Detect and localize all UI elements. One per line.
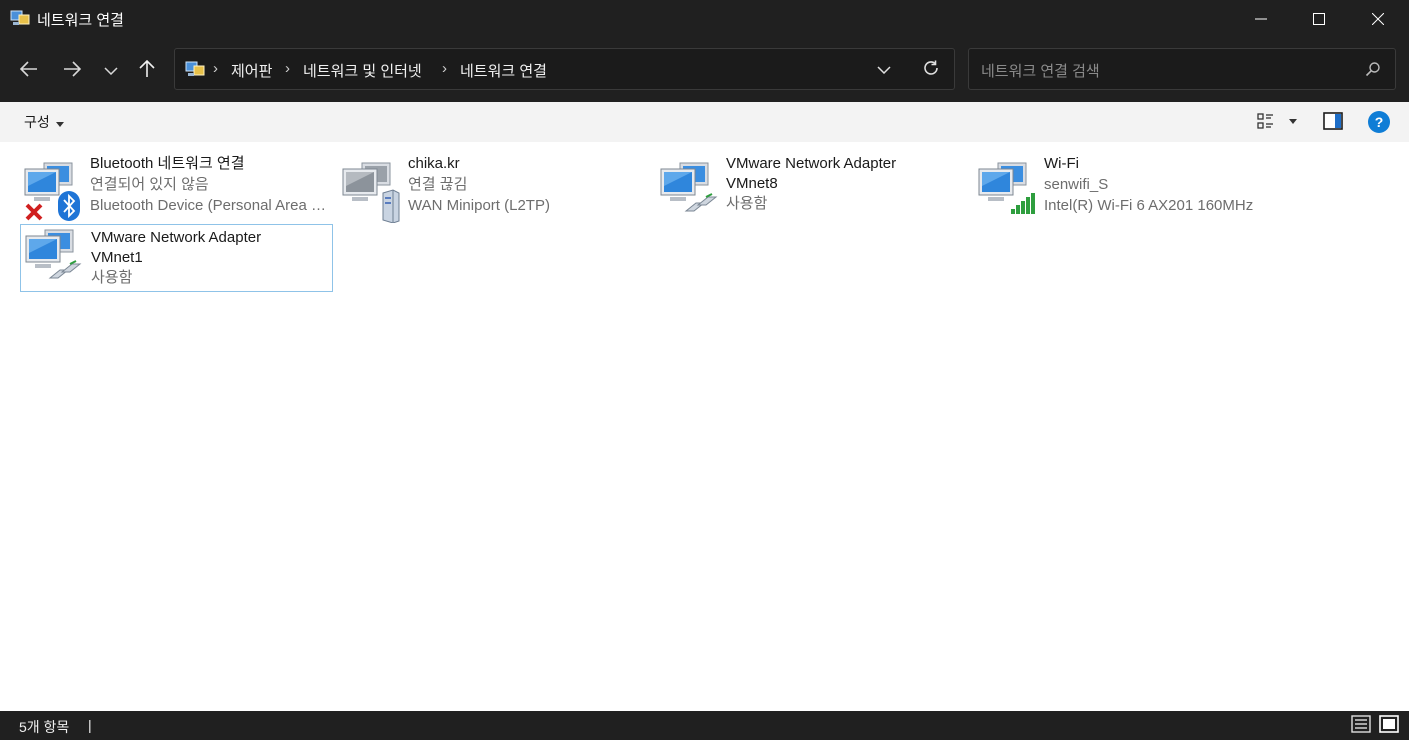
network-connections-window: 네트워크 연결 › 제어판 › 네트워크 및 인터넷 › 네트워크 연결 네트워… [0,0,1409,740]
connection-name: Wi-Fi [1044,155,1079,172]
connection-item-wifi[interactable]: Wi-Fi senwifi_S Intel(R) Wi-Fi 6 AX201 1… [974,151,1287,221]
address-bar[interactable]: › 제어판 › 네트워크 및 인터넷 › 네트워크 연결 [174,48,955,90]
connection-item-bluetooth[interactable]: Bluetooth 네트워크 연결 연결되어 있지 않음 Bluetooth D… [20,151,333,221]
connection-item-chika-kr[interactable]: chika.kr 연결 끊김 WAN Miniport (L2TP) [338,151,651,224]
connections-view[interactable]: Bluetooth 네트워크 연결 연결되어 있지 않음 Bluetooth D… [0,142,1409,711]
connection-name-line2: VMnet8 [726,175,778,192]
organize-menu-button[interactable]: 구성 [24,112,64,132]
arrow-up-icon [139,59,155,81]
connection-device: Intel(R) Wi-Fi 6 AX201 160MHz [1044,197,1254,214]
recent-locations-button[interactable] [95,54,127,86]
details-view-button[interactable] [1350,714,1372,736]
chevron-down-icon [104,62,118,78]
connection-item-vmnet8[interactable]: VMware Network Adapter VMnet8 사용함 [656,151,969,221]
details-view-icon [1351,714,1371,736]
breadcrumb-separator[interactable]: › [442,60,447,77]
connection-status: 연결되어 있지 않음 [90,176,209,193]
large-icons-view-icon [1379,714,1399,736]
connection-item-vmnet1[interactable]: VMware Network Adapter VMnet1 사용함 [20,224,333,292]
breadcrumb-network-internet[interactable]: 네트워크 및 인터넷 [303,60,422,81]
network-folder-icon [10,9,30,27]
connection-device: WAN Miniport (L2TP) [408,197,550,214]
bluetooth-icon [58,191,80,224]
refresh-button[interactable] [919,58,943,80]
navigation-bar: › 제어판 › 네트워크 및 인터넷 › 네트워크 연결 네트워크 연결 검색 [0,38,1409,102]
minimize-button[interactable] [1232,0,1290,38]
control-panel-icon [185,60,205,78]
disconnected-x-icon [25,203,43,224]
help-icon: ? [1368,111,1390,133]
breadcrumb-network-connections[interactable]: 네트워크 연결 [460,60,547,81]
network-cable-icon [48,260,82,285]
address-history-button[interactable] [872,59,896,79]
connection-name: Bluetooth 네트워크 연결 [90,155,245,172]
connection-status: senwifi_S [1044,176,1109,193]
connection-status: 사용함 [726,195,768,212]
title-bar[interactable]: 네트워크 연결 [0,0,1409,38]
search-placeholder: 네트워크 연결 검색 [981,63,1100,80]
minimize-icon [1255,13,1267,25]
organize-label: 구성 [24,114,50,130]
connection-status: 사용함 [91,269,133,286]
connection-device: Bluetooth Device (Personal Area Network) [90,197,330,214]
change-view-button[interactable] [1254,110,1302,134]
arrow-left-icon [19,60,38,80]
connection-name: VMware Network Adapter [726,155,897,172]
search-input[interactable]: 네트워크 연결 검색 [968,48,1396,90]
window-title: 네트워크 연결 [37,12,124,29]
up-button[interactable] [131,54,163,86]
preview-pane-icon [1323,111,1343,133]
forward-button[interactable] [56,54,88,86]
close-icon [1372,13,1384,25]
command-bar: 구성 ? [0,102,1409,142]
status-bar: 5개 항목 | [0,711,1409,740]
connection-name: chika.kr [408,155,460,172]
help-button[interactable]: ? [1367,110,1391,134]
connection-name: VMware Network Adapter [91,229,262,246]
signal-bars-icon [1010,193,1036,218]
breadcrumb-control-panel[interactable]: 제어판 [231,60,272,81]
maximize-icon [1313,13,1325,25]
close-button[interactable] [1349,0,1407,38]
connection-name-line2: VMnet1 [91,249,143,266]
search-icon[interactable] [1365,61,1381,77]
help-label: ? [1374,114,1384,130]
refresh-icon [922,59,940,80]
large-icons-view-button[interactable] [1378,714,1400,736]
item-count: 5개 항목 [19,719,70,735]
back-button[interactable] [13,54,45,86]
breadcrumb-separator[interactable]: › [285,60,290,77]
caret-down-icon [55,114,64,130]
preview-pane-button[interactable] [1321,110,1345,134]
maximize-button[interactable] [1290,0,1348,38]
chevron-down-icon [877,61,891,77]
status-caret: | [88,717,92,733]
network-cable-icon [684,193,718,218]
server-icon [381,189,401,226]
view-options-icon [1256,112,1300,133]
arrow-right-icon [63,60,82,80]
connection-status: 연결 끊김 [408,176,468,193]
breadcrumb-separator[interactable]: › [213,60,218,77]
